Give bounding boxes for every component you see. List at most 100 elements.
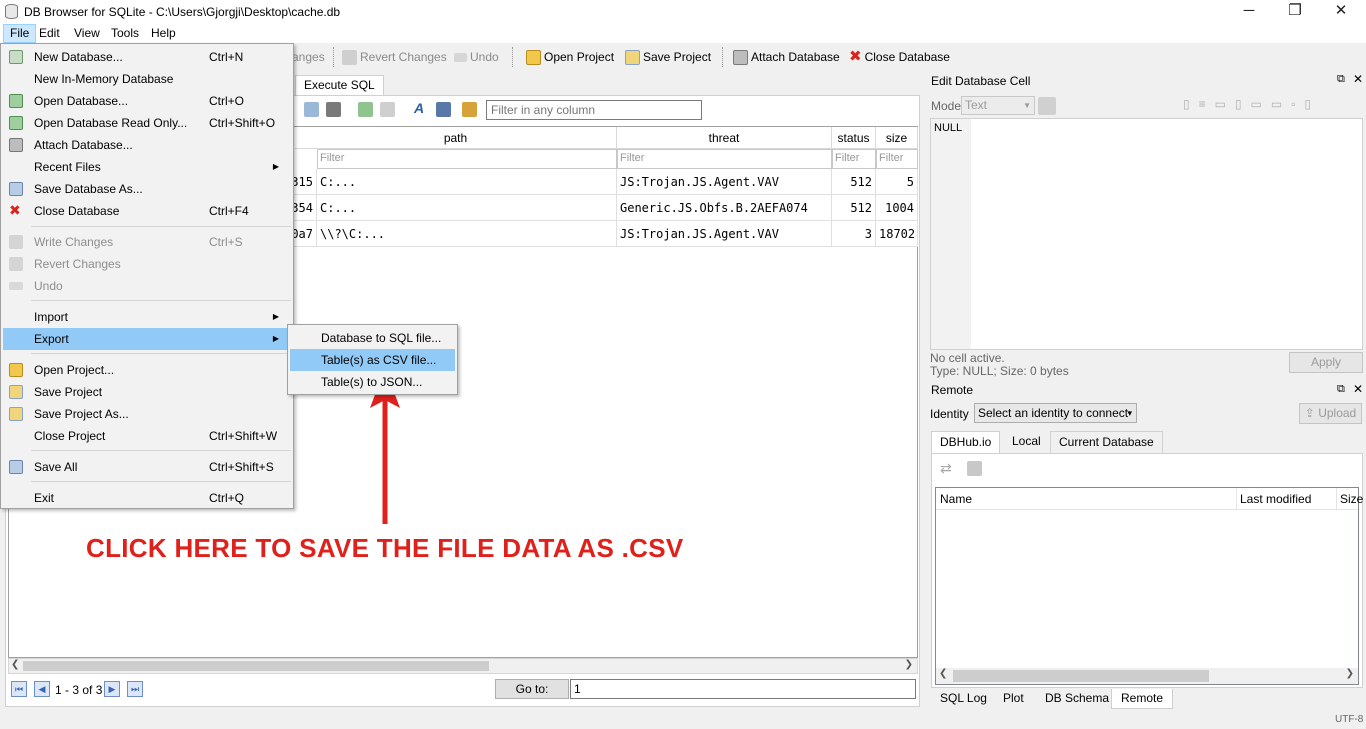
cell-editor-toolbar-icons[interactable]: ▯≡▭▯▭▭▫▯ [1183,97,1348,113]
menu-item-export[interactable]: Export ▶ [3,328,291,350]
menu-view[interactable]: View [68,24,106,43]
table-cell-threat[interactable]: JS:Trojan.JS.Agent.VAV [617,169,832,195]
close-panel-icon[interactable]: ✕ [1353,72,1363,86]
identity-select[interactable]: Select an identity to connect ▾ [974,403,1137,423]
tab-current-database[interactable]: Current Database [1050,431,1163,453]
column-header-path[interactable]: path [295,127,617,149]
close-database-button[interactable]: ✖ Close Database [849,48,950,66]
tab-plot[interactable]: Plot [994,689,1033,709]
menu-item-attach-database[interactable]: Attach Database... [3,134,291,156]
menu-item-new-in-memory-database[interactable]: New In-Memory Database [3,68,291,90]
remote-horizontal-scrollbar[interactable]: ❮ ❯ [936,668,1358,684]
minimize-button[interactable]: ─ [1226,0,1272,24]
menu-item-tables-as-csv[interactable]: Table(s) as CSV file... [290,349,455,371]
maximize-button[interactable]: ❐ [1272,0,1318,24]
column-header-threat[interactable]: threat [617,127,832,149]
format-icon[interactable] [436,102,451,117]
menu-item-import[interactable]: Import ▶ [3,306,291,328]
scroll-left-icon[interactable]: ❮ [11,659,19,670]
filter-any-column-input[interactable]: Filter in any column [486,100,702,120]
table-cell-path[interactable]: C:... [317,195,617,221]
font-icon[interactable]: A [414,100,424,116]
column-header-name[interactable]: Name [940,492,972,506]
undock-icon[interactable]: ⧉ [1337,73,1345,86]
filter-threat-input[interactable]: Filter [617,149,832,169]
column-header-size[interactable]: size [876,127,918,149]
filter-path-input[interactable]: Filter [317,149,617,169]
menu-item-open-database-read-only[interactable]: Open Database Read Only... Ctrl+Shift+O [3,112,291,134]
undo-button[interactable]: Undo [454,48,499,66]
menu-item-save-project-as[interactable]: Save Project As... [3,403,291,425]
previous-page-icon[interactable]: ◀ [34,681,50,697]
menu-item-new-database[interactable]: New Database... Ctrl+N [3,46,291,68]
clone-database-icon[interactable] [967,461,982,476]
refresh-icon[interactable]: ⇄ [940,460,952,477]
mode-select[interactable]: Text ▼ [961,96,1035,115]
goto-button[interactable]: Go to: [495,679,569,699]
tab-dbhub[interactable]: DBHub.io [931,431,1001,453]
delete-record-icon[interactable] [380,102,395,117]
goto-input[interactable]: 1 [570,679,916,699]
highlight-icon[interactable] [462,102,477,117]
revert-changes-button[interactable]: Revert Changes [342,48,447,66]
scroll-right-icon[interactable]: ❯ [905,659,913,670]
menu-item-tables-to-json[interactable]: Table(s) to JSON... [290,371,455,393]
table-cell-status[interactable]: 512 [832,195,876,221]
menu-tools[interactable]: Tools [105,24,145,43]
first-page-icon[interactable]: ⏮ [11,681,27,697]
auto-format-icon[interactable] [1038,97,1056,115]
scrollbar-thumb[interactable] [23,661,489,671]
column-header-status[interactable]: status [832,127,876,149]
clear-filters-icon[interactable] [304,102,319,117]
table-cell-size[interactable]: 18702 [876,221,918,247]
menu-file[interactable]: File [3,24,37,43]
menu-item-exit[interactable]: Exit Ctrl+Q [3,487,291,509]
column-header-last-modified[interactable]: Last modified [1240,492,1311,506]
tab-remote[interactable]: Remote [1111,689,1174,709]
tab-sql-log[interactable]: SQL Log [931,689,996,709]
table-cell-size[interactable]: 5 [876,169,918,195]
column-header-size[interactable]: Size [1340,492,1363,506]
print-icon[interactable] [326,102,341,117]
menu-item-save-project[interactable]: Save Project [3,381,291,403]
menu-item-open-project[interactable]: Open Project... [3,359,291,381]
menu-item-undo[interactable]: Undo [3,275,291,297]
menu-item-open-database[interactable]: Open Database... Ctrl+O [3,90,291,112]
filter-status-input[interactable]: Filter [832,149,876,169]
menu-edit[interactable]: Edit [33,24,66,43]
table-cell-status[interactable]: 512 [832,169,876,195]
tab-execute-sql[interactable]: Execute SQL [295,75,384,95]
next-page-icon[interactable]: ▶ [104,681,120,697]
insert-record-icon[interactable] [358,102,373,117]
apply-button[interactable]: Apply [1289,352,1363,373]
scroll-right-icon[interactable]: ❯ [1346,668,1354,679]
scrollbar-thumb[interactable] [953,670,1209,682]
tab-local[interactable]: Local [1004,431,1049,453]
table-cell-status[interactable]: 3 [832,221,876,247]
menu-item-close-project[interactable]: Close Project Ctrl+Shift+W [3,425,291,447]
menu-help[interactable]: Help [145,24,182,43]
table-cell-size[interactable]: 1004 [876,195,918,221]
menu-item-write-changes[interactable]: Write Changes Ctrl+S [3,231,291,253]
scroll-left-icon[interactable]: ❮ [939,668,947,679]
grid-horizontal-scrollbar[interactable]: ❮ ❯ [8,658,918,674]
last-page-icon[interactable]: ⏭ [127,681,143,697]
menu-item-close-database[interactable]: ✖ Close Database Ctrl+F4 [3,200,291,222]
attach-database-button[interactable]: Attach Database [733,48,840,66]
filter-size-input[interactable]: Filter [876,149,918,169]
write-changes-button[interactable]: anges [292,48,325,66]
table-cell-path[interactable]: \\?\C:... [317,221,617,247]
close-window-button[interactable]: ✕ [1318,0,1364,24]
cell-editor[interactable]: NULL [930,118,1363,350]
table-cell-threat[interactable]: JS:Trojan.JS.Agent.VAV [617,221,832,247]
menu-item-revert-changes[interactable]: Revert Changes [3,253,291,275]
menu-item-recent-files[interactable]: Recent Files ▶ [3,156,291,178]
open-project-button[interactable]: Open Project [526,48,614,66]
menu-item-database-to-sql[interactable]: Database to SQL file... [290,327,455,349]
undock-icon[interactable]: ⧉ [1337,383,1345,396]
menu-item-save-database-as[interactable]: Save Database As... [3,178,291,200]
table-cell-threat[interactable]: Generic.JS.Obfs.B.2AEFA074 [617,195,832,221]
menu-item-save-all[interactable]: Save All Ctrl+Shift+S [3,456,291,478]
upload-button[interactable]: ⇪ Upload [1299,403,1362,424]
table-cell-path[interactable]: C:... [317,169,617,195]
